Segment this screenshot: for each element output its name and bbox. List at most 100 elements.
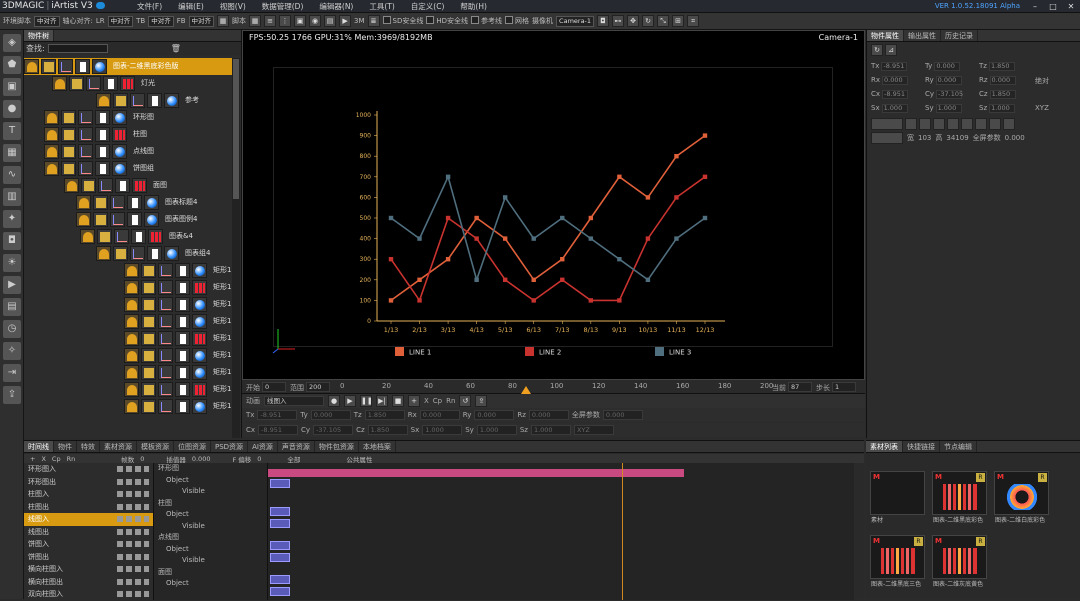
tree-lock-icon[interactable] bbox=[113, 246, 128, 261]
tree-type-icon[interactable] bbox=[112, 127, 127, 142]
tree-eye-icon[interactable] bbox=[124, 365, 139, 380]
tree-type-icon[interactable] bbox=[192, 297, 207, 312]
keyframe-area[interactable] bbox=[268, 463, 854, 600]
interp-value[interactable]: 0.000 bbox=[192, 455, 211, 463]
track-controls-icon[interactable] bbox=[117, 516, 149, 522]
tree-vis-icon[interactable] bbox=[95, 110, 110, 125]
keyframe-marker[interactable] bbox=[270, 553, 290, 562]
align-z-icon[interactable] bbox=[989, 118, 1001, 130]
delete-key-button[interactable]: X bbox=[424, 397, 429, 405]
tree-vis-icon[interactable] bbox=[175, 331, 190, 346]
tree-vis-icon[interactable] bbox=[103, 76, 118, 91]
xyz-select[interactable]: XYZ bbox=[1035, 104, 1049, 112]
tree-axis-icon[interactable] bbox=[78, 110, 93, 125]
tree-eye-icon[interactable] bbox=[124, 263, 139, 278]
tab-quick-links[interactable]: 快捷链接 bbox=[903, 441, 940, 452]
tree-row[interactable]: 图表-二维黑底彩色版 bbox=[24, 58, 234, 75]
image-icon[interactable]: ▤ bbox=[324, 15, 337, 27]
tree-lock-icon[interactable] bbox=[61, 161, 76, 176]
start-input[interactable]: 0 bbox=[262, 382, 286, 392]
tree-axis-icon[interactable] bbox=[130, 246, 145, 261]
stop-icon[interactable]: ■ bbox=[392, 395, 404, 407]
menu-edit[interactable]: 编辑(E) bbox=[171, 1, 211, 12]
prop-ty[interactable]: Ty 0.000 bbox=[925, 62, 961, 71]
distribute-icon[interactable]: ⋮ bbox=[279, 15, 292, 27]
bottom-tab[interactable]: 本地档案 bbox=[359, 441, 396, 452]
track-controls-icon[interactable] bbox=[117, 578, 149, 585]
rename-key-button[interactable]: Rn bbox=[446, 397, 455, 405]
transform-cy-input[interactable]: -37.105 bbox=[313, 425, 354, 435]
tree-axis-icon[interactable] bbox=[158, 263, 173, 278]
tree-eye-icon[interactable] bbox=[44, 161, 59, 176]
tree-eye-icon[interactable] bbox=[76, 212, 91, 227]
hd-safe-toggle[interactable]: HD安全线 bbox=[426, 16, 468, 26]
channel-item[interactable]: Visible bbox=[154, 521, 267, 533]
lock-all-icon[interactable] bbox=[947, 118, 959, 130]
prop-value[interactable]: -8.951 bbox=[881, 62, 908, 71]
script-icon[interactable]: ▦ bbox=[217, 15, 230, 27]
tree-type-icon[interactable] bbox=[144, 195, 159, 210]
tree-axis-icon[interactable] bbox=[110, 212, 125, 227]
tree-row[interactable]: 图表&4 bbox=[24, 228, 234, 245]
prop-select[interactable]: 公共属性 bbox=[346, 454, 372, 464]
tree-eye-icon[interactable] bbox=[124, 382, 139, 397]
path-tool-icon[interactable]: ∿ bbox=[3, 166, 21, 184]
tree-lock-icon[interactable] bbox=[141, 297, 156, 312]
track-item[interactable]: 环形图出 bbox=[24, 476, 153, 489]
tree-row[interactable]: 环形图 bbox=[24, 109, 234, 126]
menu-tools[interactable]: 工具(T) bbox=[362, 1, 401, 12]
tree-row[interactable]: 矩形1 bbox=[24, 330, 234, 347]
menu-custom[interactable]: 自定义(C) bbox=[404, 1, 452, 12]
tree-axis-icon[interactable] bbox=[158, 297, 173, 312]
height-value[interactable]: 34109 bbox=[946, 134, 968, 142]
play-icon[interactable]: ▶ bbox=[344, 395, 356, 407]
tree-type-icon[interactable] bbox=[148, 229, 163, 244]
track-item[interactable]: 柱图出 bbox=[24, 501, 153, 514]
menu-editor[interactable]: 编辑器(N) bbox=[312, 1, 360, 12]
list-icon[interactable]: ≣ bbox=[367, 15, 380, 27]
search-input[interactable] bbox=[47, 44, 108, 53]
folder-tool-icon[interactable]: ▤ bbox=[3, 298, 21, 316]
tree-axis-icon[interactable] bbox=[158, 382, 173, 397]
tree-row[interactable]: 柱图 bbox=[24, 126, 234, 143]
prop-value[interactable]: 1.000 bbox=[881, 104, 908, 113]
grid-icon[interactable]: ▦ bbox=[249, 15, 262, 27]
bottom-tab[interactable]: PSD资源 bbox=[211, 441, 249, 452]
tree-vis-icon[interactable] bbox=[175, 297, 190, 312]
export-icon[interactable]: ⇪ bbox=[475, 395, 488, 407]
lock-y-icon[interactable] bbox=[919, 118, 931, 130]
loop-icon[interactable]: ↺ bbox=[459, 395, 472, 407]
tree-vis-icon[interactable] bbox=[175, 280, 190, 295]
minimize-button[interactable]: – bbox=[1026, 0, 1044, 13]
tab-object-props[interactable]: 物件属性 bbox=[867, 30, 904, 41]
lr-select[interactable]: 中对齐 bbox=[107, 15, 134, 27]
viewport[interactable]: FPS:50.25 1766 GPU:31% Mem:3969/8192MB C… bbox=[242, 30, 865, 380]
tree-vis-icon[interactable] bbox=[175, 382, 190, 397]
tree-type-icon[interactable] bbox=[112, 144, 127, 159]
prop-sz[interactable]: Sz 1.000 bbox=[979, 104, 1016, 113]
preview-icon[interactable]: ▶ bbox=[339, 15, 352, 27]
tree-vis-icon[interactable] bbox=[127, 195, 142, 210]
channel-item[interactable]: Object bbox=[154, 509, 267, 521]
lock-z-icon[interactable] bbox=[933, 118, 945, 130]
track-item[interactable]: 线图入 bbox=[24, 513, 153, 526]
channel-item[interactable]: 点线图 bbox=[154, 532, 267, 544]
prop-cx[interactable]: Cx -8.951 bbox=[871, 90, 909, 99]
trash-icon[interactable]: 🗑 bbox=[171, 44, 181, 53]
tree-row[interactable]: 面图 bbox=[24, 177, 234, 194]
tree-row[interactable]: 矩形1 bbox=[24, 279, 234, 296]
maximize-button[interactable]: □ bbox=[1044, 0, 1062, 13]
tree-vis-icon[interactable] bbox=[147, 93, 162, 108]
material-thumb[interactable]: M 素材 bbox=[870, 471, 925, 524]
keyframe-marker[interactable] bbox=[270, 519, 290, 528]
track-controls-icon[interactable] bbox=[117, 491, 149, 497]
tree-row[interactable]: 图表图例4 bbox=[24, 211, 234, 228]
tree-axis-icon[interactable] bbox=[114, 229, 129, 244]
bottom-tab[interactable]: AI资源 bbox=[248, 441, 278, 452]
tree-axis-icon[interactable] bbox=[98, 178, 113, 193]
tab-object-tree[interactable]: 物件树 bbox=[24, 30, 54, 41]
material-thumb[interactable]: M R 图表-二维灰底黄色 bbox=[932, 535, 987, 588]
media-tool-icon[interactable]: ▶ bbox=[3, 276, 21, 294]
prop-value[interactable]: 0.000 bbox=[989, 76, 1016, 85]
align-x-icon[interactable] bbox=[961, 118, 973, 130]
